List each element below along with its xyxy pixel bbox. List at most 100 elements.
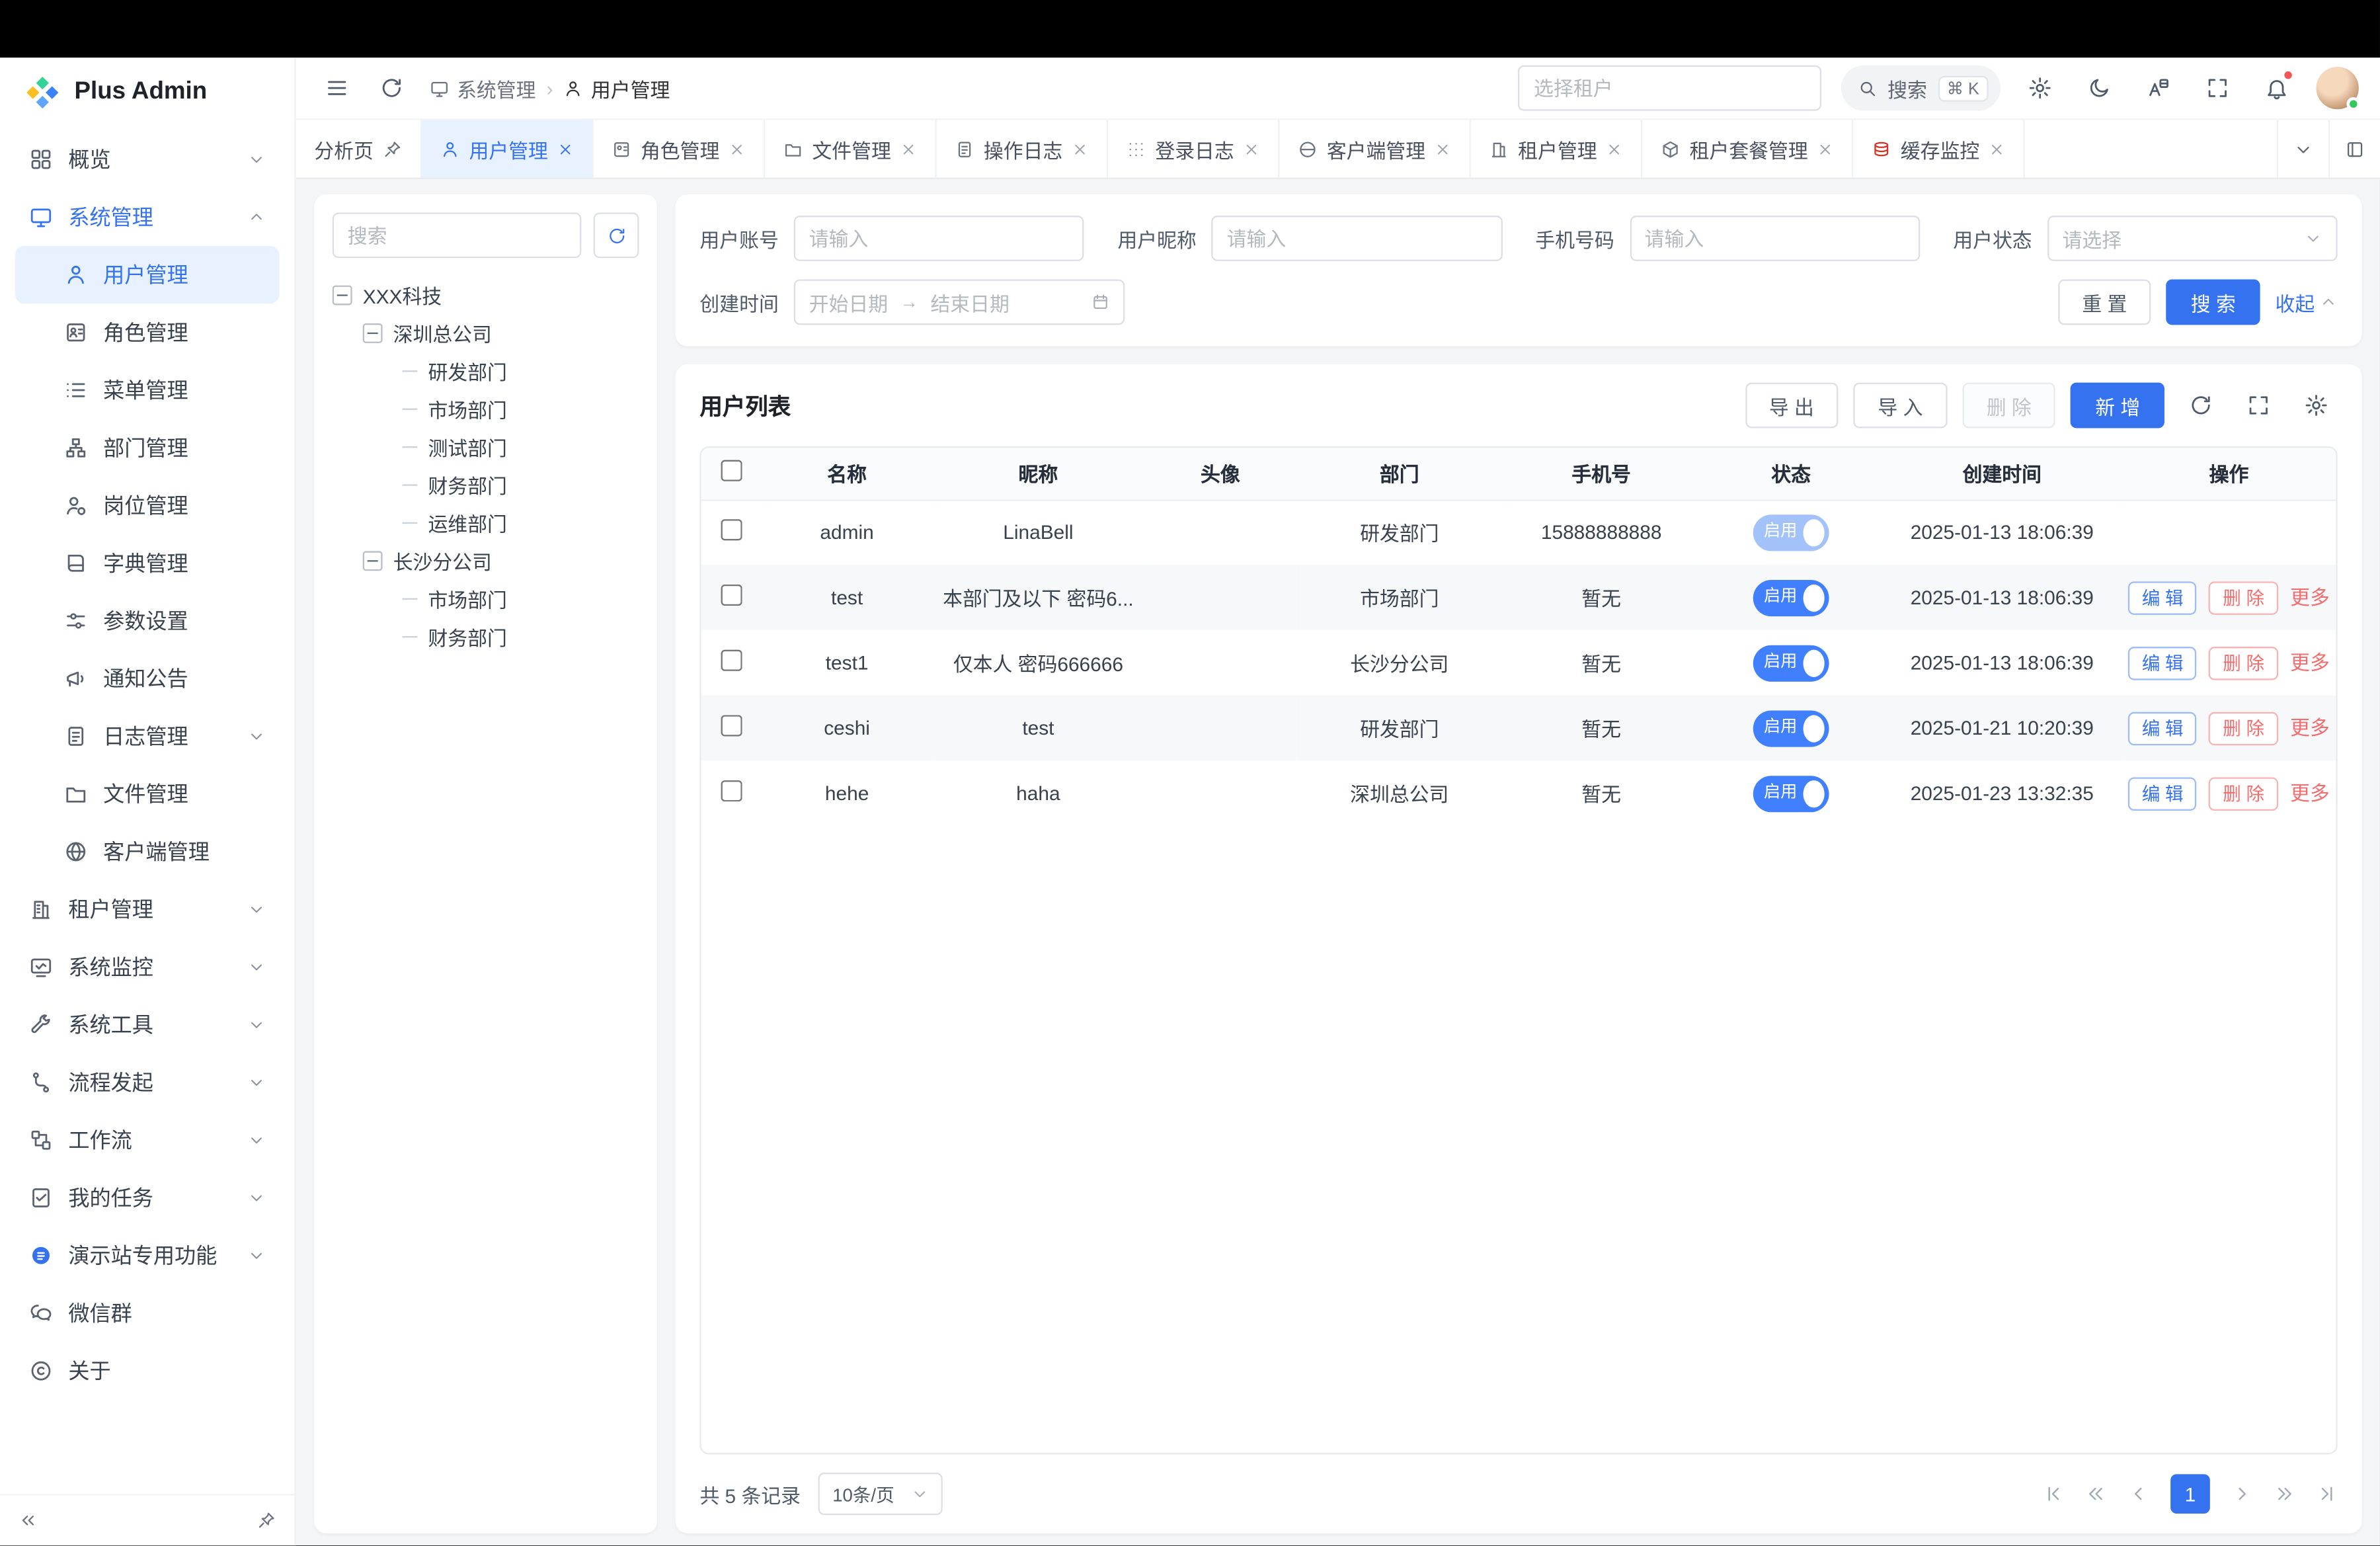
collapse-node-icon[interactable] — [363, 323, 383, 343]
sidebar-item-log-mgmt[interactable]: 日志管理 — [15, 708, 279, 765]
close-icon[interactable] — [729, 140, 745, 157]
app-logo[interactable]: Plus Admin — [0, 58, 294, 128]
breadcrumb-current[interactable]: 用户管理 — [564, 73, 670, 102]
dark-mode-button[interactable] — [2079, 68, 2119, 108]
sidebar-item-user-mgmt[interactable]: 用户管理 — [15, 246, 279, 304]
more-button[interactable]: 更多 — [2290, 781, 2330, 803]
phone-input[interactable] — [1645, 227, 1905, 249]
sidebar-item-dict-mgmt[interactable]: 字典管理 — [15, 534, 279, 592]
table-row[interactable]: ceshi test 研发部门 暂无 启用 2025-01-21 10:20:3… — [701, 696, 2336, 761]
tab-role-mgmt[interactable]: 角色管理 — [594, 120, 765, 177]
table-row[interactable]: test1 仅本人 密码666666 长沙分公司 暂无 启用 2025-01-1… — [701, 630, 2336, 696]
breadcrumb-system[interactable]: 系统管理 — [430, 73, 536, 102]
first-page-icon[interactable] — [2043, 1483, 2064, 1504]
more-button[interactable]: 更多 — [2290, 716, 2330, 739]
tab-dropdown-button[interactable] — [2277, 120, 2328, 177]
more-button[interactable]: 更多 — [2290, 585, 2330, 608]
close-icon[interactable] — [1989, 140, 2005, 157]
sidebar-item-overview[interactable]: 概览 — [15, 130, 279, 188]
delete-row-button[interactable]: 删 除 — [2209, 646, 2278, 680]
sidebar-item-system[interactable]: 系统管理 — [15, 188, 279, 246]
collapse-filters-link[interactable]: 收起 — [2276, 288, 2338, 317]
table-row[interactable]: hehe haha 深圳总公司 暂无 启用 2025-01-23 13:32:3… — [701, 760, 2336, 826]
import-button[interactable]: 导 入 — [1854, 383, 1947, 428]
status-select[interactable]: 请选择 — [2047, 216, 2338, 261]
account-input[interactable] — [809, 227, 1069, 249]
edit-button[interactable]: 编 辑 — [2128, 646, 2197, 680]
date-range-picker[interactable]: 开始日期 → 结束日期 — [794, 279, 1125, 325]
row-checkbox[interactable] — [721, 585, 742, 606]
sidebar-item-sys-monitor[interactable]: 系统监控 — [15, 938, 279, 996]
sidebar-item-tenant-mgmt[interactable]: 租户管理 — [15, 881, 279, 938]
row-checkbox[interactable] — [721, 780, 742, 801]
row-checkbox[interactable] — [721, 520, 742, 541]
sidebar-item-params[interactable]: 参数设置 — [15, 592, 279, 649]
sidebar-item-menu-mgmt[interactable]: 菜单管理 — [15, 361, 279, 419]
collapse-sidebar-icon[interactable] — [19, 1510, 38, 1530]
close-icon[interactable] — [1072, 140, 1088, 157]
reset-button[interactable]: 重 置 — [2058, 279, 2151, 325]
sidebar-item-workflow[interactable]: 工作流 — [15, 1112, 279, 1169]
double-next-icon[interactable] — [2274, 1483, 2295, 1504]
tab-login-log[interactable]: 登录日志 — [1108, 120, 1279, 177]
collapse-node-icon[interactable] — [363, 551, 383, 571]
close-icon[interactable] — [1606, 140, 1622, 157]
sidebar-item-my-tasks[interactable]: 我的任务 — [15, 1169, 279, 1227]
pin-panel-icon[interactable] — [257, 1510, 276, 1530]
tab-cache-monitor[interactable]: 缓存监控 — [1854, 120, 2025, 177]
double-prev-icon[interactable] — [2086, 1483, 2107, 1504]
table-refresh-button[interactable] — [2180, 384, 2222, 427]
tab-tenant-mgmt[interactable]: 租户管理 — [1471, 120, 1642, 177]
refresh-page-button[interactable] — [372, 68, 411, 108]
tree-search-input[interactable] — [333, 212, 582, 258]
delete-button[interactable]: 删 除 — [1962, 383, 2055, 428]
tree-node-dept[interactable]: 财务部门 — [333, 466, 639, 504]
sidebar-item-sys-tools[interactable]: 系统工具 — [15, 996, 279, 1053]
sidebar-item-client-mgmt[interactable]: 客户端管理 — [15, 823, 279, 880]
tree-node-dept[interactable]: 测试部门 — [333, 428, 639, 466]
tab-tenant-package-mgmt[interactable]: 租户套餐管理 — [1642, 120, 1853, 177]
row-checkbox[interactable] — [721, 650, 742, 671]
export-button[interactable]: 导 出 — [1745, 383, 1838, 428]
last-page-icon[interactable] — [2317, 1483, 2338, 1504]
edit-button[interactable]: 编 辑 — [2128, 776, 2197, 810]
tab-operation-log[interactable]: 操作日志 — [937, 120, 1108, 177]
status-toggle[interactable]: 启用 — [1753, 710, 1829, 746]
sidebar-item-dept-mgmt[interactable]: 部门管理 — [15, 419, 279, 477]
delete-row-button[interactable]: 删 除 — [2209, 712, 2278, 745]
settings-button[interactable] — [2020, 68, 2060, 108]
delete-row-button[interactable]: 删 除 — [2209, 581, 2278, 614]
language-button[interactable] — [2139, 68, 2178, 108]
search-button[interactable]: 搜 索 — [2166, 279, 2260, 325]
prev-page-icon[interactable] — [2128, 1483, 2149, 1504]
sidebar-item-notice[interactable]: 通知公告 — [15, 650, 279, 708]
page-size-select[interactable]: 10条/页 — [819, 1473, 943, 1515]
more-button[interactable]: 更多 — [2290, 651, 2330, 673]
tab-client-mgmt[interactable]: 客户端管理 — [1280, 120, 1471, 177]
tab-file-mgmt[interactable]: 文件管理 — [765, 120, 936, 177]
tree-node-dept[interactable]: 市场部门 — [333, 390, 639, 428]
add-button[interactable]: 新 增 — [2071, 383, 2164, 428]
select-all-checkbox[interactable] — [721, 460, 742, 481]
status-toggle[interactable]: 启用 — [1753, 514, 1829, 551]
global-search-button[interactable]: 搜索 ⌘ K — [1841, 65, 2001, 111]
user-avatar[interactable] — [2317, 67, 2359, 109]
sidebar-item-file-mgmt[interactable]: 文件管理 — [15, 765, 279, 823]
table-row[interactable]: test 本部门及以下 密码6... 市场部门 暂无 启用 2025-01-13… — [701, 565, 2336, 630]
table-fullscreen-button[interactable] — [2237, 384, 2280, 427]
close-icon[interactable] — [1817, 140, 1834, 157]
sidebar-item-post-mgmt[interactable]: 岗位管理 — [15, 477, 279, 534]
edit-button[interactable]: 编 辑 — [2128, 581, 2197, 614]
sidebar-item-wechat-group[interactable]: 微信群 — [15, 1284, 279, 1342]
tab-user-mgmt[interactable]: 用户管理 — [422, 120, 593, 177]
next-page-icon[interactable] — [2231, 1483, 2252, 1504]
tree-node-dept[interactable]: 财务部门 — [333, 618, 639, 655]
close-icon[interactable] — [1435, 140, 1451, 157]
current-page[interactable]: 1 — [2170, 1474, 2210, 1514]
close-icon[interactable] — [1244, 140, 1260, 157]
nickname-input[interactable] — [1227, 227, 1487, 249]
edit-button[interactable]: 编 辑 — [2128, 712, 2197, 745]
tree-node-dept[interactable]: 运维部门 — [333, 504, 639, 542]
tab-analysis[interactable]: 分析页 — [296, 120, 422, 177]
tree-node-changsha[interactable]: 长沙分公司 — [333, 542, 639, 580]
